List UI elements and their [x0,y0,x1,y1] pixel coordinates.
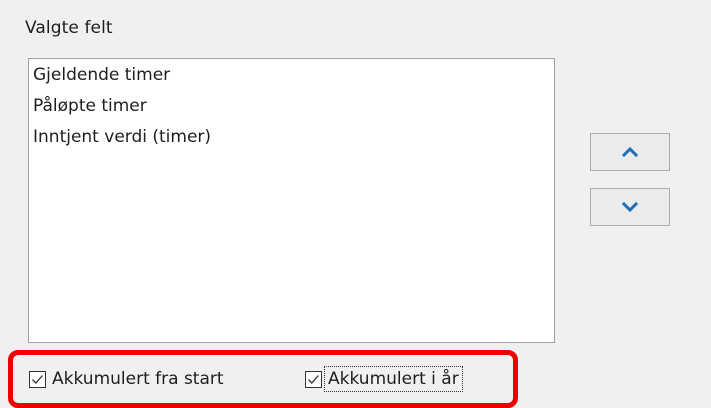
accumulated-this-year-option[interactable]: Akkumulert i år [305,365,463,393]
accumulated-this-year-label: Akkumulert i år [324,366,463,392]
chevron-down-icon [621,201,639,213]
accumulated-from-start-label: Akkumulert fra start [52,369,224,389]
list-item[interactable]: Gjeldende timer [33,64,170,86]
checkmark-icon [308,374,319,384]
move-down-button[interactable] [590,188,670,226]
accumulated-from-start-option[interactable]: Akkumulert fra start [29,365,224,393]
accumulated-from-start-checkbox[interactable] [29,370,46,388]
move-up-button[interactable] [590,133,670,171]
chevron-up-icon [621,146,639,158]
selected-fields-label: Valgte felt [25,18,113,38]
list-item[interactable]: Påløpte timer [33,95,147,117]
selected-fields-listbox[interactable]: Gjeldende timer Påløpte timer Inntjent v… [28,58,555,343]
checkmark-icon [32,374,43,384]
accumulated-this-year-checkbox[interactable] [305,370,322,388]
list-item[interactable]: Inntjent verdi (timer) [33,126,211,148]
